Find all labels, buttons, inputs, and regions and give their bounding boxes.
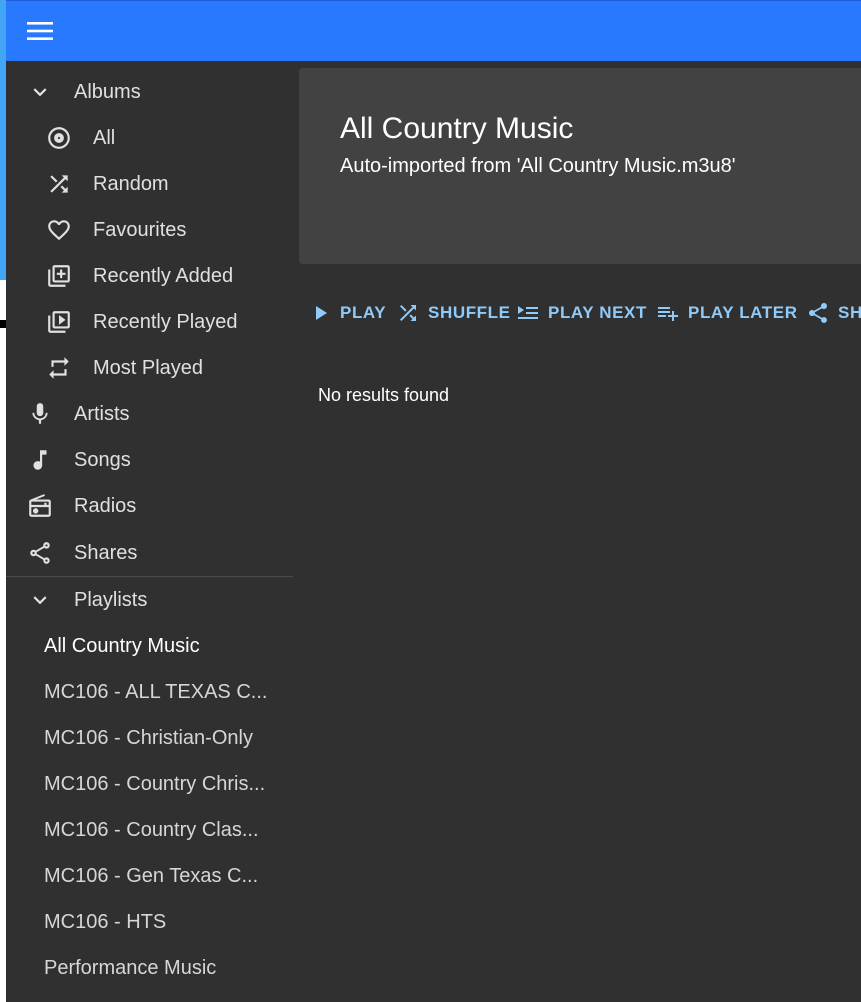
empty-results-message: No results found xyxy=(318,385,450,405)
shuffle-icon xyxy=(46,171,72,197)
play-next-label: PLAY NEXT xyxy=(548,303,647,322)
play-button[interactable]: PLAY xyxy=(308,296,386,330)
playlist-label: MC106 - ALL TEXAS C... xyxy=(44,680,268,703)
playlist-label: MC106 - Country Chris... xyxy=(44,772,266,795)
repeat-icon xyxy=(46,355,72,381)
sidebar-playlist-item[interactable]: MC106 - Country Clas... xyxy=(44,807,259,853)
library-add-icon xyxy=(46,263,72,289)
shuffle-button[interactable]: SHUFFLE xyxy=(396,296,511,330)
menu-icon xyxy=(27,22,53,40)
shuffle-icon xyxy=(400,305,416,321)
sidebar-item-recently-added[interactable]: Recently Added xyxy=(46,253,233,299)
page-title: All Country Music xyxy=(340,112,574,145)
playlist-label: MC106 - Gen Texas C... xyxy=(44,864,259,887)
sidebar-item-recently-played[interactable]: Recently Played xyxy=(46,299,238,345)
heart-icon xyxy=(46,217,72,243)
sidebar-playlist-item[interactable]: MC106 - Country Chris... xyxy=(44,761,265,807)
sidebar-item-label: Shares xyxy=(74,541,138,564)
radio-icon xyxy=(27,493,53,519)
sidebar-item-radios[interactable]: Radios xyxy=(27,483,136,529)
sidebar-item-random[interactable]: Random xyxy=(46,161,169,207)
playlist-label: MC106 - Christian-Only xyxy=(44,726,253,749)
sidebar-playlist-item[interactable]: MC106 - ALL TEXAS C... xyxy=(44,669,267,715)
sidebar-playlist-item[interactable]: Performance Music xyxy=(44,945,216,991)
sidebar-item-label: Recently Added xyxy=(93,264,234,287)
playlist-label: All Country Music xyxy=(44,634,200,657)
sidebar-playlist-item[interactable]: MC106 - Gen Texas C... xyxy=(44,853,258,899)
playlists-label: Playlists xyxy=(74,588,148,611)
playlist-header-card: All Country Music Auto-imported from 'Al… xyxy=(299,68,861,264)
share-label: SH xyxy=(838,303,861,322)
play-label: PLAY xyxy=(340,303,387,322)
albums-label: Albums xyxy=(74,80,141,103)
play-later-label: PLAY LATER xyxy=(688,303,798,322)
sidebar-item-label: Artists xyxy=(74,402,130,425)
share-button[interactable]: SH xyxy=(806,296,861,330)
playlist-label: MC106 - Country Clas... xyxy=(44,818,259,841)
sidebar-item-all[interactable]: All xyxy=(46,115,115,161)
sidebar-item-label: Random xyxy=(93,172,169,195)
sidebar-item-shares[interactable]: Shares xyxy=(27,530,137,576)
share-icon xyxy=(809,303,827,323)
sidebar-item-favourites[interactable]: Favourites xyxy=(46,207,186,253)
chevron-down-icon xyxy=(27,587,53,613)
video-library-icon xyxy=(46,309,72,335)
mic-icon xyxy=(27,401,53,427)
shuffle-label: SHUFFLE xyxy=(428,303,511,322)
sidebar-playlist-item[interactable]: MC106 - HTS xyxy=(44,899,166,945)
albums-section-toggle[interactable]: Albums xyxy=(27,69,141,115)
sidebar-item-most-played[interactable]: Most Played xyxy=(46,345,203,391)
queue-play-next-icon xyxy=(518,306,538,319)
playlist-add-icon xyxy=(658,307,678,321)
album-icon xyxy=(46,125,72,151)
playlists-section-toggle[interactable]: Playlists xyxy=(27,577,147,623)
sidebar-item-songs[interactable]: Songs xyxy=(27,437,131,483)
music-note-icon xyxy=(27,447,53,473)
play-icon xyxy=(316,306,327,320)
sidebar-item-label: Most Played xyxy=(93,356,204,379)
sidebar-item-label: All xyxy=(93,126,116,149)
share-icon xyxy=(27,540,53,566)
sidebar-item-label: Recently Played xyxy=(93,310,238,333)
playlist-label: Performance Music xyxy=(44,956,217,979)
sidebar-item-artists[interactable]: Artists xyxy=(27,391,130,437)
playlist-subtitle: Auto-imported from 'All Country Music.m3… xyxy=(340,155,736,177)
sidebar-playlist-item[interactable]: MC106 - Christian-Only xyxy=(44,715,253,761)
chevron-down-icon xyxy=(27,79,53,105)
sidebar-item-label: Radios xyxy=(74,494,137,517)
play-later-button[interactable]: PLAY LATER xyxy=(656,296,798,330)
sidebar-item-label: Favourites xyxy=(93,218,187,241)
sidebar-item-label: Songs xyxy=(74,448,131,471)
sidebar-playlist-item[interactable]: All Country Music xyxy=(44,623,200,669)
playlist-label: MC106 - HTS xyxy=(44,910,167,933)
app-bar xyxy=(6,0,861,61)
action-toolbar: PLAY SHUFFLE PLAY NEXT PLAY LATER SH xyxy=(308,296,861,330)
menu-button[interactable] xyxy=(20,15,60,47)
play-next-button[interactable]: PLAY NEXT xyxy=(516,296,647,330)
